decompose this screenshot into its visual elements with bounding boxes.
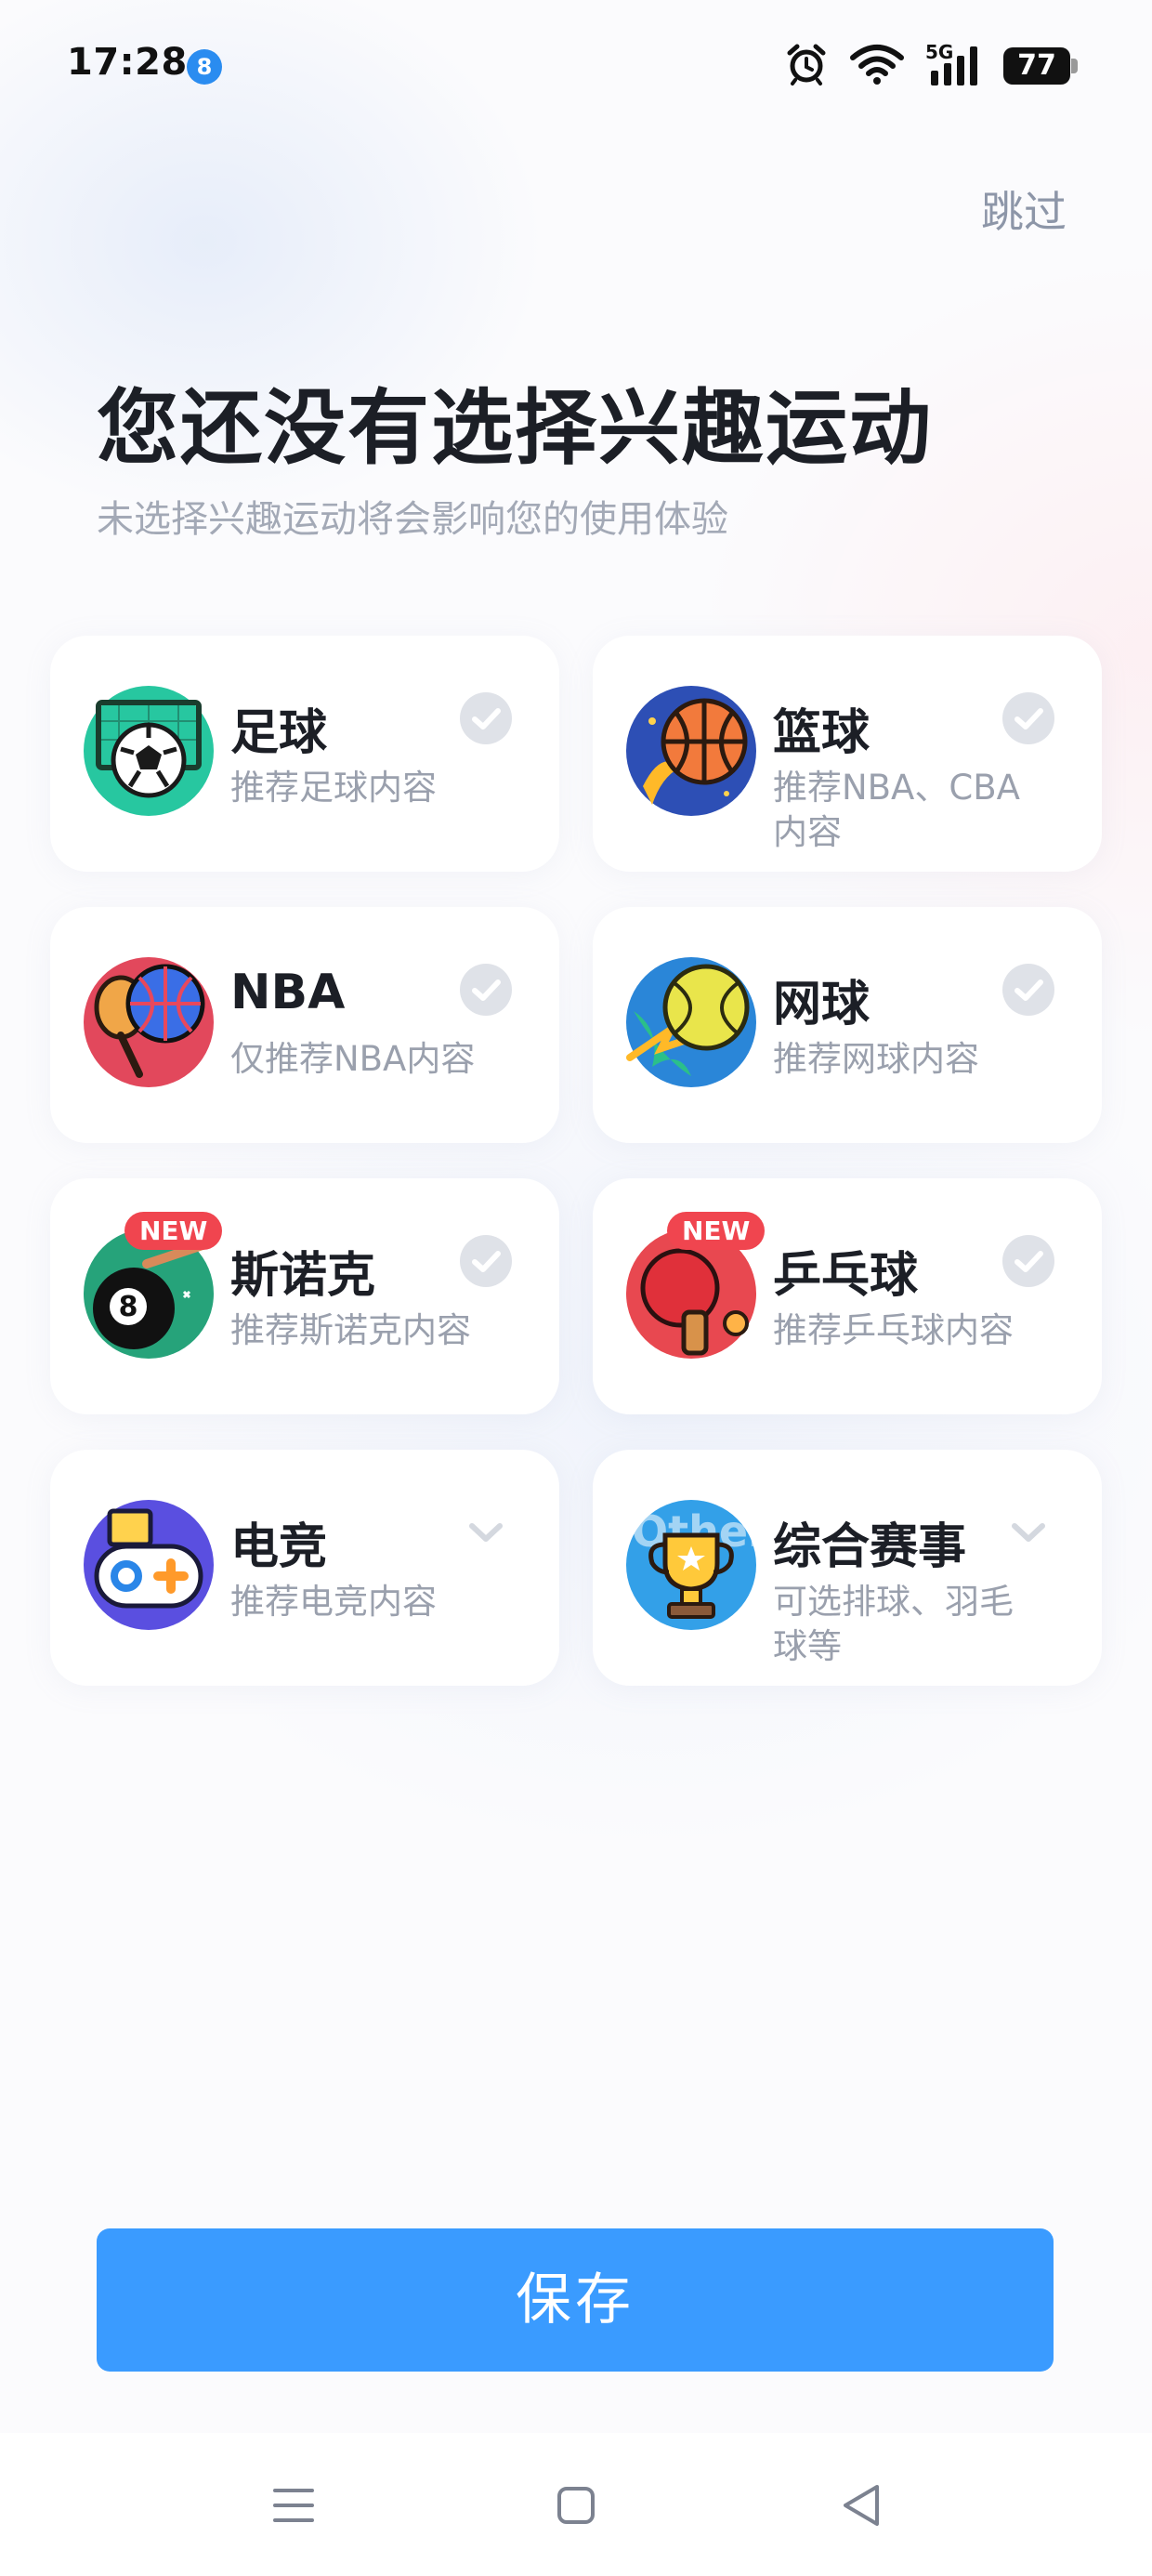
check-icon[interactable] xyxy=(459,691,513,745)
soccer-icon xyxy=(82,684,216,818)
sport-card-snooker[interactable]: NEW 8 斯诺克 推荐斯诺克内容 xyxy=(50,1178,559,1414)
sport-name: 斯诺克 xyxy=(230,1248,376,1304)
new-badge: NEW xyxy=(124,1212,223,1250)
svg-text:8: 8 xyxy=(197,54,213,80)
skip-button[interactable]: 跳过 xyxy=(981,178,1067,240)
sport-description: 仅推荐NBA内容 xyxy=(230,1039,476,1079)
page-subtitle: 未选择兴趣运动将会影响您的使用体验 xyxy=(97,498,728,541)
save-button[interactable]: 保存 xyxy=(97,2228,1054,2372)
system-navigation-bar xyxy=(0,2433,1152,2576)
check-icon[interactable] xyxy=(1001,1234,1055,1288)
check-icon[interactable] xyxy=(1001,691,1055,745)
back-icon[interactable] xyxy=(834,2477,890,2533)
sport-description: 推荐乒乓球内容 xyxy=(773,1310,1014,1350)
app-notification-icon: 8 xyxy=(186,48,223,85)
sport-name: 乒乓球 xyxy=(773,1248,919,1304)
sport-description: 推荐电竞内容 xyxy=(230,1582,437,1622)
sport-description: 推荐斯诺克内容 xyxy=(230,1310,471,1350)
tennis-icon xyxy=(624,955,758,1089)
sport-name: 综合赛事 xyxy=(773,1519,967,1575)
battery-level: 77 xyxy=(1017,49,1056,82)
sport-name: 足球 xyxy=(230,705,328,761)
sport-name: 电竞 xyxy=(230,1519,328,1575)
nba-icon xyxy=(82,955,216,1089)
status-time: 17:28 xyxy=(67,41,188,84)
sport-card-basketball[interactable]: 篮球 推荐NBA、CBA内容 xyxy=(593,636,1102,872)
check-icon[interactable] xyxy=(459,963,513,1017)
sport-name: 网球 xyxy=(773,977,871,1032)
menu-icon[interactable] xyxy=(266,2477,321,2533)
sport-description: 推荐足球内容 xyxy=(230,768,437,808)
sport-card-soccer[interactable]: 足球 推荐足球内容 xyxy=(50,636,559,872)
sport-description: 可选排球、羽毛球等 xyxy=(773,1582,1014,1666)
battery-icon: 77 xyxy=(1003,47,1078,85)
chevron-down-icon[interactable] xyxy=(1001,1505,1055,1559)
sport-description: 推荐网球内容 xyxy=(773,1039,979,1079)
check-icon[interactable] xyxy=(459,1234,513,1288)
svg-text:8: 8 xyxy=(119,1291,138,1323)
sport-card-nba[interactable]: NBA 仅推荐NBA内容 xyxy=(50,907,559,1143)
sport-card-table-tennis[interactable]: NEW 乒乓球 推荐乒乓球内容 xyxy=(593,1178,1102,1414)
sport-card-general[interactable]: Other 综合赛事 可选排球、羽毛球等 xyxy=(593,1450,1102,1686)
sport-card-esports[interactable]: 电竞 推荐电竞内容 xyxy=(50,1450,559,1686)
sport-description: 推荐NBA、CBA内容 xyxy=(773,768,1020,852)
esports-icon xyxy=(82,1498,216,1632)
alarm-icon xyxy=(784,42,829,90)
check-icon[interactable] xyxy=(1001,963,1055,1017)
status-icons: 5G 77 xyxy=(784,41,1078,90)
chevron-down-icon[interactable] xyxy=(459,1505,513,1559)
sport-name: 篮球 xyxy=(773,705,871,761)
cellular-signal-icon: 5G xyxy=(925,41,983,89)
home-icon[interactable] xyxy=(548,2477,604,2533)
new-badge: NEW xyxy=(667,1212,766,1250)
sport-card-tennis[interactable]: 网球 推荐网球内容 xyxy=(593,907,1102,1143)
trophy-icon: Other xyxy=(624,1498,769,1632)
page-title: 您还没有选择兴趣运动 xyxy=(97,380,934,476)
sport-name: NBA xyxy=(230,965,346,1020)
basketball-icon xyxy=(624,684,758,818)
wifi-icon xyxy=(849,43,905,89)
